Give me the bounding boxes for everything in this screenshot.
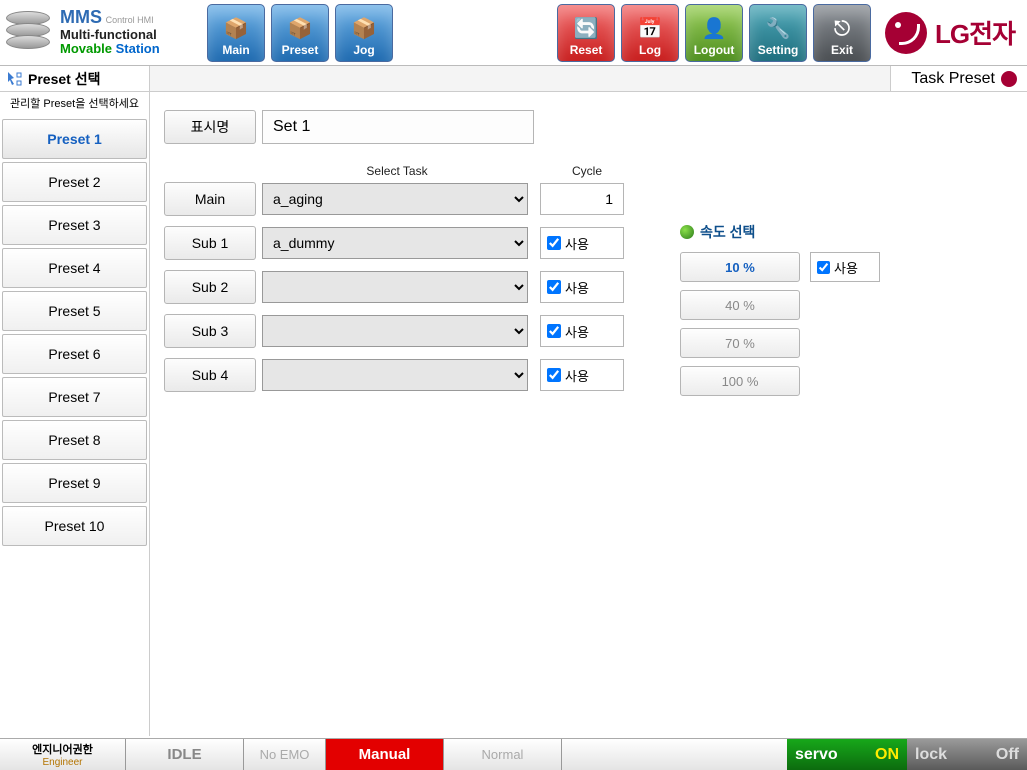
cursor-nodes-icon [6, 70, 24, 88]
app-logo: MMS Control HMI Multi-functional Movable… [6, 8, 201, 56]
preset-item-7[interactable]: Preset 7 [2, 377, 147, 417]
auth-cell: 엔지니어권한 Engineer [0, 739, 126, 770]
wrench-icon: 🔧 [766, 16, 791, 41]
speed-option[interactable]: 70 % [680, 328, 800, 358]
exit-icon: ⎋ [834, 18, 850, 41]
task-label: Sub 3 [164, 314, 256, 348]
refresh-icon: 🔄 [574, 16, 599, 41]
lg-dot-icon [1001, 71, 1017, 87]
speed-option[interactable]: 100 % [680, 366, 800, 396]
crumb-title: Preset 선택 [28, 69, 100, 89]
database-icon [6, 9, 54, 55]
preset-item-8[interactable]: Preset 8 [2, 420, 147, 460]
user-icon: 👤 [702, 16, 727, 41]
task-row-0: Maina_aging [164, 182, 1013, 216]
log-button[interactable]: 📅Log [621, 4, 679, 62]
use-checkbox[interactable]: 사용 [540, 359, 624, 391]
status-bar: 엔지니어권한 Engineer IDLE No EMO Manual Norma… [0, 738, 1027, 770]
preset-item-6[interactable]: Preset 6 [2, 334, 147, 374]
setting-button[interactable]: 🔧Setting [749, 4, 807, 62]
task-select[interactable]: a_dummy [262, 227, 528, 259]
preset-item-9[interactable]: Preset 9 [2, 463, 147, 503]
reset-button[interactable]: 🔄Reset [557, 4, 615, 62]
normal-cell[interactable]: Normal [444, 739, 562, 770]
task-label: Sub 1 [164, 226, 256, 260]
speed-use-checkbox[interactable]: 사용 [810, 252, 880, 282]
app-line2: Multi-functional [60, 28, 160, 42]
exit-button[interactable]: ⎋Exit [813, 4, 871, 62]
use-checkbox[interactable]: 사용 [540, 315, 624, 347]
task-select[interactable] [262, 359, 528, 391]
use-checkbox[interactable]: 사용 [540, 227, 624, 259]
display-name-label: 표시명 [164, 110, 256, 144]
manual-cell[interactable]: Manual [326, 739, 444, 770]
preset-item-3[interactable]: Preset 3 [2, 205, 147, 245]
preset-item-1[interactable]: Preset 1 [2, 119, 147, 159]
content-area: 표시명 Select Task Cycle Maina_agingSub 1a_… [150, 92, 1027, 736]
preset-item-2[interactable]: Preset 2 [2, 162, 147, 202]
speed-panel: 속도 선택 10 % 사용 40 % 70 % 100 % [680, 222, 910, 404]
app-name: MMS [60, 7, 102, 27]
boxes-icon: 📦 [224, 16, 249, 41]
task-select[interactable] [262, 271, 528, 303]
task-label: Main [164, 182, 256, 216]
lg-logo: LG전자 [885, 12, 1015, 54]
preset-item-5[interactable]: Preset 5 [2, 291, 147, 331]
task-select[interactable]: a_aging [262, 183, 528, 215]
top-toolbar: MMS Control HMI Multi-functional Movable… [0, 0, 1027, 66]
header-select-task: Select Task [262, 164, 532, 178]
cycle-input[interactable] [540, 183, 624, 215]
use-checkbox[interactable]: 사용 [540, 271, 624, 303]
boxes-icon: 📦 [352, 16, 377, 41]
logout-button[interactable]: 👤Logout [685, 4, 743, 62]
speed-option[interactable]: 40 % [680, 290, 800, 320]
breadcrumb: Preset 선택 Task Preset [0, 66, 1027, 92]
preset-item-4[interactable]: Preset 4 [2, 248, 147, 288]
display-name-input[interactable] [262, 110, 534, 144]
task-label: Sub 2 [164, 270, 256, 304]
speed-title: 속도 선택 [700, 222, 755, 242]
preset-sidebar: 관리할 Preset을 선택하세요 Preset 1Preset 2Preset… [0, 92, 150, 736]
crumb-page: Task Preset [911, 70, 995, 88]
task-label: Sub 4 [164, 358, 256, 392]
noemo-cell: No EMO [244, 739, 326, 770]
boxes-icon: 📦 [288, 16, 313, 41]
green-dot-icon [680, 225, 694, 239]
jog-button[interactable]: 📦Jog [335, 4, 393, 62]
preset-item-10[interactable]: Preset 10 [2, 506, 147, 546]
header-cycle: Cycle [542, 164, 632, 178]
preset-button[interactable]: 📦Preset [271, 4, 329, 62]
idle-cell: IDLE [126, 739, 244, 770]
sidebar-caption: 관리할 Preset을 선택하세요 [2, 94, 147, 119]
speed-option[interactable]: 10 % [680, 252, 800, 282]
servo-cell[interactable]: servoON [787, 739, 907, 770]
lock-cell[interactable]: lockOff [907, 739, 1027, 770]
app-subtitle: Control HMI [106, 15, 154, 25]
lg-face-icon [885, 12, 927, 54]
task-select[interactable] [262, 315, 528, 347]
calendar-icon: 📅 [638, 16, 663, 41]
main-button[interactable]: 📦Main [207, 4, 265, 62]
